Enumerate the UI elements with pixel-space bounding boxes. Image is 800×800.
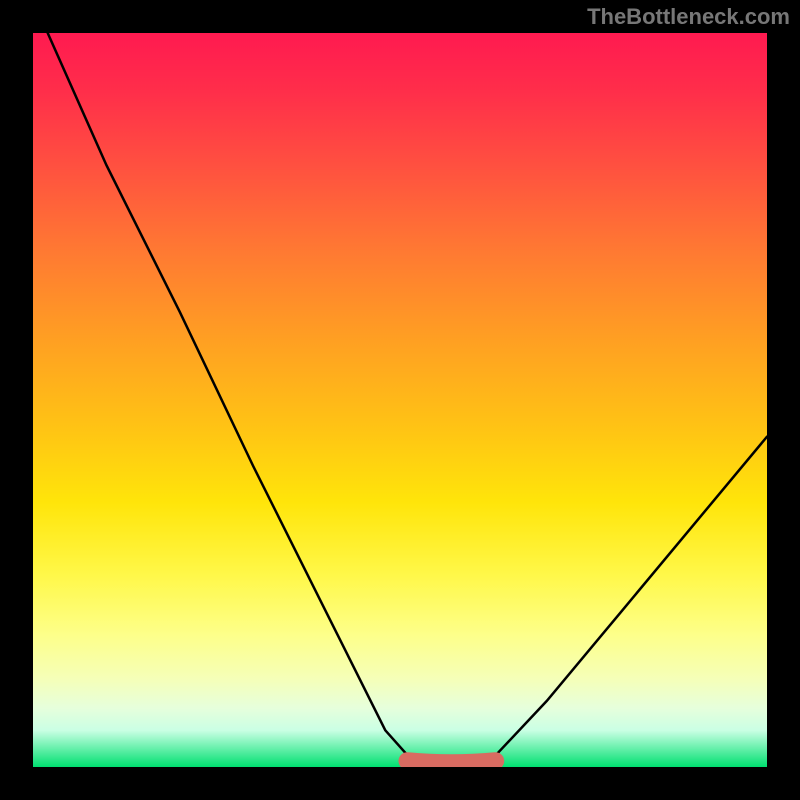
zero-band (407, 761, 495, 763)
chart-frame: TheBottleneck.com (0, 0, 800, 800)
bottleneck-curve (48, 33, 767, 767)
plot-area (33, 33, 767, 767)
curve-layer (33, 33, 767, 767)
watermark-text: TheBottleneck.com (587, 4, 790, 30)
